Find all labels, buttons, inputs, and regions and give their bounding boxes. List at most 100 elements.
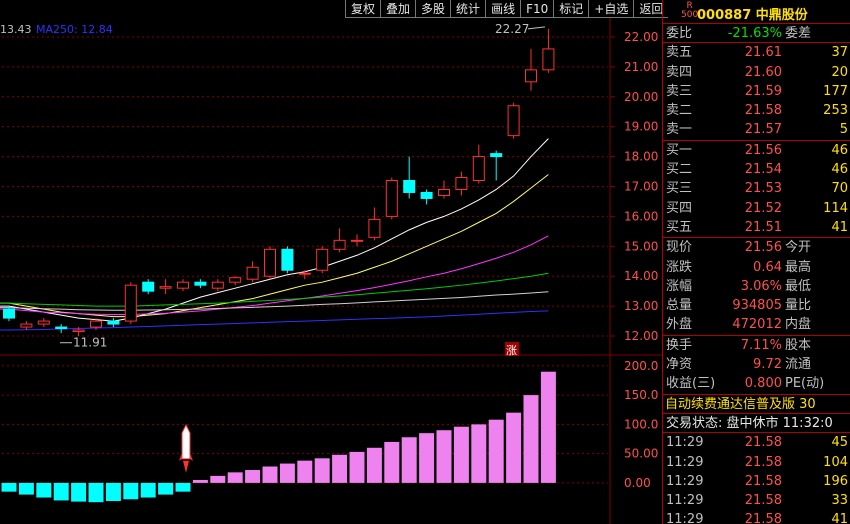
order-price: 21.56 <box>744 142 782 158</box>
macd-bar <box>332 454 348 483</box>
order-volume: 46 <box>831 142 848 158</box>
candle-body <box>368 218 381 238</box>
order-price: 21.53 <box>744 181 782 197</box>
macd-bar <box>245 470 261 483</box>
stat-row: 涨跌 0.64 最高 <box>663 258 850 277</box>
order-row: 买一 21.56 46 <box>663 141 850 160</box>
candle-body <box>333 239 346 250</box>
stat-label2: 量比 <box>785 298 812 314</box>
macd-bar <box>123 482 139 500</box>
y-tick-label: 50.00 <box>624 447 658 461</box>
stat-row: 换手 7.11% 股本 <box>663 336 850 355</box>
candle-body <box>159 286 172 289</box>
y-tick-label: 21.00 <box>624 60 658 74</box>
candle-body <box>20 323 33 328</box>
tick-row: 11:29 21.58 45 <box>663 433 850 452</box>
y-tick-label: 12.00 <box>624 329 658 343</box>
y-tick-label: 20.00 <box>624 90 658 104</box>
y-tick-label: 18.00 <box>624 150 658 164</box>
order-row: 买四 21.52 114 <box>663 199 850 218</box>
toolbar-item-4[interactable]: 画线 <box>485 0 521 18</box>
order-label: 卖二 <box>666 103 693 119</box>
macd-bar <box>523 395 539 483</box>
stat-value: 21.56 <box>744 240 782 256</box>
toolbar-item-2[interactable]: 多股 <box>415 0 451 18</box>
candle-body <box>124 284 137 322</box>
candle-body <box>438 188 450 196</box>
y-tick-label: 17.00 <box>624 179 658 193</box>
stat-label: 总量 <box>666 298 693 314</box>
low-annotation: 11.91 <box>73 336 107 350</box>
stat-row: 净资 9.72 流通 <box>663 355 850 374</box>
macd-bar <box>36 482 52 498</box>
candle-body <box>37 320 50 325</box>
toolbar-item-0[interactable]: 复权 <box>345 0 381 18</box>
macd-bar <box>540 371 556 483</box>
y-tick-label: 150.0 <box>624 388 658 402</box>
order-volume: 46 <box>831 162 848 178</box>
order-row: 买三 21.53 70 <box>663 179 850 198</box>
candle-body <box>107 320 120 325</box>
stat-label2: 最高 <box>785 259 812 275</box>
candle-body <box>298 272 311 275</box>
ma-line <box>0 291 549 311</box>
candlestick-chart[interactable]: 22.00 21.00 20.00 19.00 18.00 17.00 16.00 15.00… <box>0 0 662 524</box>
y-tick-label: 22.00 <box>624 30 658 44</box>
tick-volume: 33 <box>831 493 848 509</box>
order-label: 买四 <box>666 200 693 216</box>
macd-bar <box>453 426 469 483</box>
macd-bar <box>262 466 278 483</box>
stat-row: 总量 934805 量比 <box>663 296 850 315</box>
stock-code-name[interactable]: 000887 中鼎股份 <box>697 4 808 23</box>
candle-body <box>490 153 503 158</box>
toolbar-item-6[interactable]: 标记 <box>553 0 589 18</box>
tick-price: 21.58 <box>744 435 782 451</box>
subscription-notice[interactable]: 自动续费通达信普及版 30 <box>663 395 850 414</box>
candle-body <box>507 105 520 137</box>
y-tick-label: 19.00 <box>624 120 658 134</box>
buy-orders: 买一 21.56 46 买二 21.54 46 买三 21.53 70 买四 21.52 114 买五 2… <box>663 141 850 239</box>
stat-label: 涨幅 <box>666 278 693 294</box>
macd-bar <box>158 482 174 495</box>
stat-label: 换手 <box>666 337 693 353</box>
weibi-value: -21.63% <box>727 26 782 41</box>
candle-body <box>525 69 537 83</box>
weibi-label: 委比 <box>666 26 693 41</box>
stat-label2: 内盘 <box>785 317 812 333</box>
y-tick-label: 14.00 <box>624 269 658 283</box>
stat-value: 3.06% <box>740 278 782 294</box>
toolbar-item-7[interactable]: +自选 <box>588 0 634 18</box>
candle-body <box>55 326 68 330</box>
tick-time: 11:29 <box>666 473 704 489</box>
y-tick-label: 0.00 <box>624 476 651 490</box>
quote-panel: R 500 000887 中鼎股份 委比 -21.63% 委差 卖五 21.61 37… <box>662 0 850 524</box>
macd-bar <box>227 472 243 483</box>
order-volume: 5 <box>839 122 848 138</box>
stat-row: 外盘 472012 内盘 <box>663 315 850 334</box>
stat-label: 外盘 <box>666 317 693 333</box>
order-price: 21.61 <box>744 45 782 61</box>
order-volume: 253 <box>823 103 848 119</box>
stat-value: 472012 <box>732 317 782 333</box>
order-label: 买五 <box>666 219 693 235</box>
tick-price: 21.58 <box>744 473 782 489</box>
order-price: 21.59 <box>744 83 782 99</box>
ma250-label: MA250: 12.84 <box>36 23 113 36</box>
toolbar-item-5[interactable]: F10 <box>520 0 554 18</box>
macd-bar <box>279 463 295 483</box>
toolbar-item-3[interactable]: 统计 <box>450 0 486 18</box>
order-row: 卖五 21.61 37 <box>663 43 850 62</box>
ma-line <box>0 174 549 318</box>
order-price: 21.60 <box>744 64 782 80</box>
candle-body <box>246 266 259 280</box>
tick-time: 11:29 <box>666 493 704 509</box>
candle-body <box>264 248 276 277</box>
order-label: 卖三 <box>666 83 693 99</box>
stat-row: 现价 21.56 今开 <box>663 238 850 257</box>
macd-bar <box>419 433 435 483</box>
candle-body <box>177 281 189 289</box>
tick-time: 11:29 <box>666 435 704 451</box>
macd-bar <box>105 482 121 502</box>
toolbar-item-1[interactable]: 叠加 <box>380 0 416 18</box>
tick-row: 11:29 21.58 41 <box>663 510 850 524</box>
